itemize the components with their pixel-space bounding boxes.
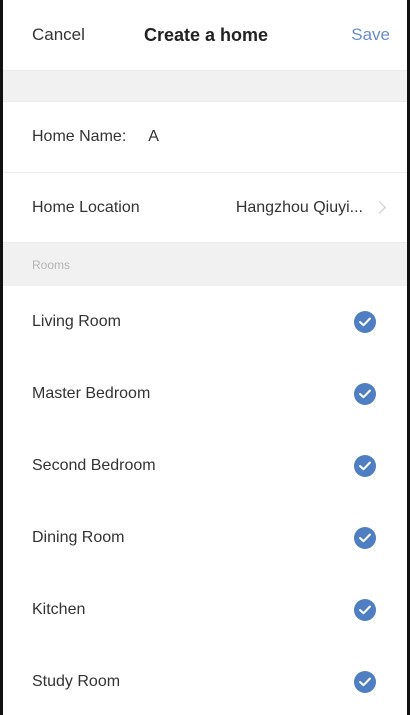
room-item[interactable]: Dining Room xyxy=(0,502,410,574)
room-item[interactable]: Study Room xyxy=(0,646,410,715)
room-label: Study Room xyxy=(32,673,121,690)
top-bar: Cancel Create a home Save xyxy=(0,0,410,70)
page-title: Create a home xyxy=(144,24,269,45)
room-list: Living Room Master Bedroom Second Bedroo… xyxy=(0,286,410,715)
room-item[interactable]: Kitchen xyxy=(0,574,410,646)
cancel-button[interactable]: Cancel xyxy=(32,25,144,45)
home-name-label: Home Name: xyxy=(32,128,127,145)
check-circle-icon[interactable] xyxy=(354,527,376,549)
section-spacer xyxy=(0,70,410,102)
check-circle-icon[interactable] xyxy=(354,311,376,333)
chevron-right-icon xyxy=(373,201,386,214)
room-label: Dining Room xyxy=(32,529,125,546)
room-item[interactable]: Master Bedroom xyxy=(0,358,410,430)
room-item[interactable]: Second Bedroom xyxy=(0,430,410,502)
check-circle-icon[interactable] xyxy=(354,455,376,477)
home-location-value: Hangzhou Qiuyi... xyxy=(235,198,363,216)
create-home-screen: Cancel Create a home Save Home Name: A H… xyxy=(0,0,410,715)
home-location-label: Home Location xyxy=(32,198,140,216)
check-circle-icon[interactable] xyxy=(354,383,376,405)
room-label: Kitchen xyxy=(32,601,86,618)
home-name-row[interactable]: Home Name: A xyxy=(0,102,410,172)
room-label: Master Bedroom xyxy=(32,385,151,402)
home-location-row[interactable]: Home Location Hangzhou Qiuyi... xyxy=(0,172,410,242)
check-circle-icon[interactable] xyxy=(354,599,376,621)
room-label: Living Room xyxy=(32,313,121,330)
save-button[interactable]: Save xyxy=(351,25,390,45)
home-name-input[interactable]: A xyxy=(148,128,159,146)
left-edge-border xyxy=(0,0,3,715)
room-item[interactable]: Living Room xyxy=(0,286,410,358)
rooms-section-header: Rooms xyxy=(0,242,410,286)
check-circle-icon[interactable] xyxy=(354,671,376,693)
rooms-section-label: Rooms xyxy=(32,257,71,272)
room-label: Second Bedroom xyxy=(32,457,156,474)
